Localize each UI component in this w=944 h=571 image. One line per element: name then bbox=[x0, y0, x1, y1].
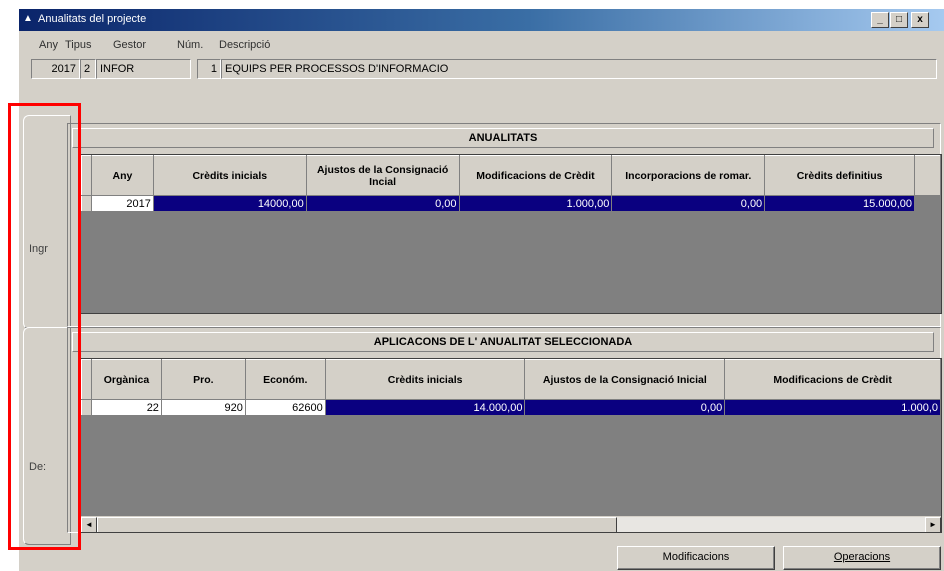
gestor-field[interactable]: INFOR bbox=[96, 59, 191, 79]
operacions-button[interactable]: Operacions bbox=[783, 546, 941, 570]
label-descripcio: Descripció bbox=[219, 39, 271, 51]
num-field[interactable]: 1 bbox=[197, 59, 221, 79]
label-gestor: Gestor bbox=[113, 39, 147, 51]
label-tipus: Tipus bbox=[65, 39, 92, 51]
col-header-credits-inicials[interactable]: Crèdits inicials bbox=[324, 359, 526, 400]
col-header-econom[interactable]: Económ. bbox=[244, 359, 326, 400]
label-num: Núm. bbox=[177, 39, 204, 51]
table-row[interactable]: 2017 14000,00 0,00 1.000,00 0,00 15.000,… bbox=[81, 195, 941, 212]
any-field[interactable]: 2017 bbox=[31, 59, 80, 79]
label-any: Any bbox=[39, 39, 58, 51]
window-title: Anualitats del projecte bbox=[38, 13, 147, 25]
anualitats-panel: ANUALITATS Any Crèdits inicials Ajustos … bbox=[67, 123, 942, 327]
scroll-left-button[interactable]: ◄ bbox=[81, 517, 97, 532]
descripcio-field[interactable]: EQUIPS PER PROCESSOS D'INFORMACIO bbox=[221, 59, 937, 79]
app-icon: ▲ bbox=[23, 13, 33, 24]
cell-pro[interactable]: 920 bbox=[160, 399, 246, 416]
cell-modificacions[interactable]: 1.000,00 bbox=[458, 195, 613, 212]
col-header-ajustos[interactable]: Ajustos de la Consignació Inicial bbox=[524, 359, 726, 400]
cell-ajustos[interactable]: 0,00 bbox=[524, 399, 726, 416]
cell-empty bbox=[913, 195, 941, 212]
aplicacions-row-header-corner bbox=[81, 359, 92, 400]
aplicacions-title: APLICACONS DE L' ANUALITAT SELECCIONADA bbox=[72, 332, 934, 352]
col-header-modificacions[interactable]: Modificacions de Crèdit bbox=[458, 155, 613, 196]
anualitats-title: ANUALITATS bbox=[72, 128, 934, 148]
col-header-extra bbox=[913, 155, 941, 196]
cell-modificacions[interactable]: 1.000,0 bbox=[724, 399, 941, 416]
minimize-button[interactable]: _ bbox=[871, 12, 889, 28]
col-header-any[interactable]: Any bbox=[90, 155, 154, 196]
col-header-pro[interactable]: Pro. bbox=[160, 359, 246, 400]
col-header-incorporacions[interactable]: Incorporacions de romar. bbox=[611, 155, 766, 196]
scroll-right-button[interactable]: ► bbox=[925, 517, 941, 532]
cell-credits-definitius[interactable]: 15.000,00 bbox=[764, 195, 915, 212]
highlight-box bbox=[8, 103, 81, 550]
anualitats-window: ▲ Anualitats del projecte _ □ x Any Tipu… bbox=[18, 8, 944, 571]
tipus-field[interactable]: 2 bbox=[80, 59, 96, 79]
cell-ajustos[interactable]: 0,00 bbox=[305, 195, 460, 212]
col-header-organica[interactable]: Orgànica bbox=[90, 359, 162, 400]
aplicacions-panel: APLICACONS DE L' ANUALITAT SELECCIONADA … bbox=[67, 327, 942, 533]
cell-credits-inicials[interactable]: 14000,00 bbox=[152, 195, 307, 212]
cell-credits-inicials[interactable]: 14.000,00 bbox=[324, 399, 526, 416]
col-header-credits-inicials[interactable]: Crèdits inicials bbox=[152, 155, 307, 196]
cell-incorporacions[interactable]: 0,00 bbox=[611, 195, 766, 212]
cell-organica[interactable]: 22 bbox=[90, 399, 162, 416]
maximize-button[interactable]: □ bbox=[890, 12, 908, 28]
col-header-credits-definitius[interactable]: Crèdits definitius bbox=[764, 155, 915, 196]
row-selector[interactable] bbox=[81, 195, 92, 212]
anualitats-grid[interactable]: Any Crèdits inicials Ajustos de la Consi… bbox=[80, 154, 942, 314]
close-button[interactable]: x bbox=[911, 12, 929, 28]
scroll-thumb[interactable] bbox=[97, 517, 617, 532]
col-header-modificacions[interactable]: Modificacions de Crèdit bbox=[724, 359, 941, 400]
aplicacions-grid[interactable]: Orgànica Pro. Económ. Crèdits inicials A… bbox=[80, 358, 942, 533]
row-selector[interactable] bbox=[81, 399, 92, 416]
table-row[interactable]: 22 920 62600 14.000,00 0,00 1.000,0 bbox=[81, 399, 941, 416]
anualitats-row-header-corner bbox=[81, 155, 92, 196]
cell-any[interactable]: 2017 bbox=[90, 195, 154, 212]
horizontal-scrollbar[interactable]: ◄ ► bbox=[81, 516, 941, 532]
cell-econom[interactable]: 62600 bbox=[244, 399, 326, 416]
col-header-ajustos[interactable]: Ajustos de la Consignació Incial bbox=[305, 155, 460, 196]
title-bar[interactable]: ▲ Anualitats del projecte _ □ x bbox=[19, 9, 944, 31]
modificacions-button[interactable]: Modificacions bbox=[617, 546, 775, 570]
